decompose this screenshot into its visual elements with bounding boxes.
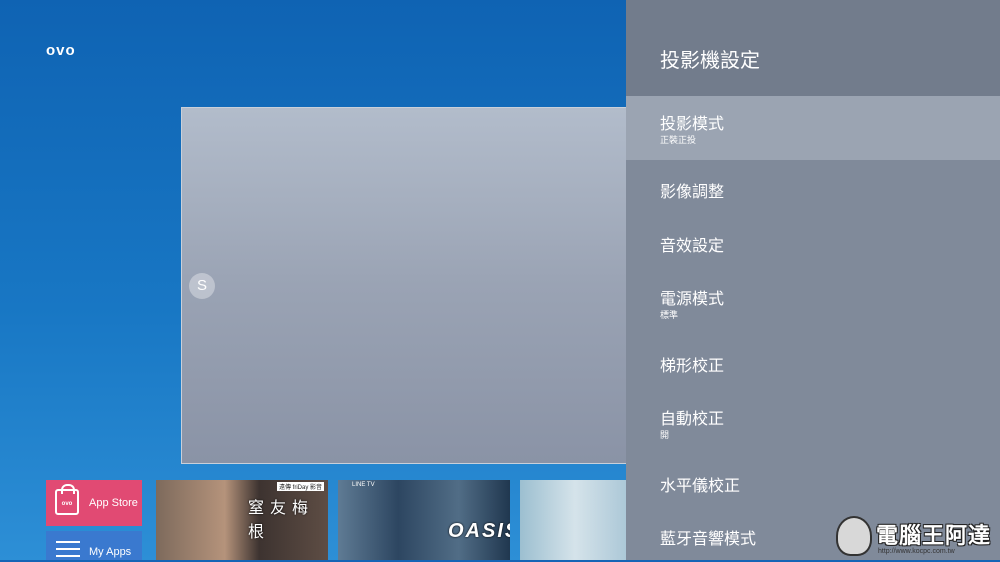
setting-label: 自動校正 bbox=[660, 409, 725, 428]
hero-badge-icon: S bbox=[189, 273, 215, 299]
setting-label: 影像調整 bbox=[660, 182, 725, 201]
poster-provider-tag: 遠傳 friDay 影音 bbox=[276, 482, 324, 491]
setting-label: 梯形校正 bbox=[660, 356, 725, 375]
setting-projection-mode[interactable]: 投影模式 正裝正投 bbox=[626, 96, 1000, 160]
poster-tile[interactable] bbox=[520, 480, 630, 560]
setting-label: 水平儀校正 bbox=[660, 476, 741, 495]
setting-label: 投影模式 bbox=[660, 114, 725, 133]
setting-label: 音效設定 bbox=[660, 236, 725, 255]
poster-tile[interactable]: LINE TV OASIS bbox=[338, 480, 510, 560]
my-apps-tile[interactable]: My Apps bbox=[46, 531, 142, 560]
mascot-icon bbox=[836, 516, 872, 556]
panel-header: 投影機設定 bbox=[626, 0, 1000, 96]
panel-title: 投影機設定 bbox=[660, 48, 760, 72]
poster-title: OASIS bbox=[448, 520, 510, 542]
setting-label: 電源模式 bbox=[660, 289, 725, 308]
setting-label: 藍牙音響模式 bbox=[660, 529, 757, 548]
setting-image-adjust[interactable]: 影像調整 bbox=[626, 160, 1000, 214]
app-store-tile[interactable]: ovo App Store bbox=[46, 480, 142, 526]
watermark: 電腦王阿達 http://www.kocpc.com.tw bbox=[836, 516, 1000, 560]
list-icon bbox=[56, 541, 80, 562]
poster-tile[interactable]: 遠傳 friDay 影音 窒友梅根 bbox=[156, 480, 328, 560]
my-apps-label: My Apps bbox=[89, 546, 132, 558]
setting-value: 標準 bbox=[660, 311, 679, 321]
projector-settings-panel: 投影機設定 投影模式 正裝正投 影像調整 音效設定 電源模式 標準 梯形校正 自… bbox=[626, 0, 1000, 560]
ovo-logo: ovo bbox=[46, 42, 76, 59]
setting-value: 正裝正投 bbox=[660, 136, 697, 146]
poster-provider-tag: LINE TV bbox=[352, 482, 375, 488]
poster-title: 窒友梅根 bbox=[248, 498, 315, 541]
setting-power-mode[interactable]: 電源模式 標準 bbox=[626, 268, 1000, 334]
watermark-url: http://www.kocpc.com.tw bbox=[878, 548, 955, 555]
app-store-label: App Store bbox=[89, 497, 138, 509]
app-store-icon-text: ovo bbox=[61, 501, 73, 507]
setting-keystone[interactable]: 梯形校正 bbox=[626, 334, 1000, 388]
setting-sound[interactable]: 音效設定 bbox=[626, 214, 1000, 268]
setting-auto-calibration[interactable]: 自動校正 開 bbox=[626, 388, 1000, 454]
setting-level-calibration[interactable]: 水平儀校正 bbox=[626, 454, 1000, 508]
featured-banner[interactable] bbox=[181, 107, 641, 464]
shopping-bag-icon: ovo bbox=[55, 484, 79, 515]
setting-value: 開 bbox=[660, 431, 670, 441]
watermark-text: 電腦王阿達 bbox=[876, 524, 992, 549]
